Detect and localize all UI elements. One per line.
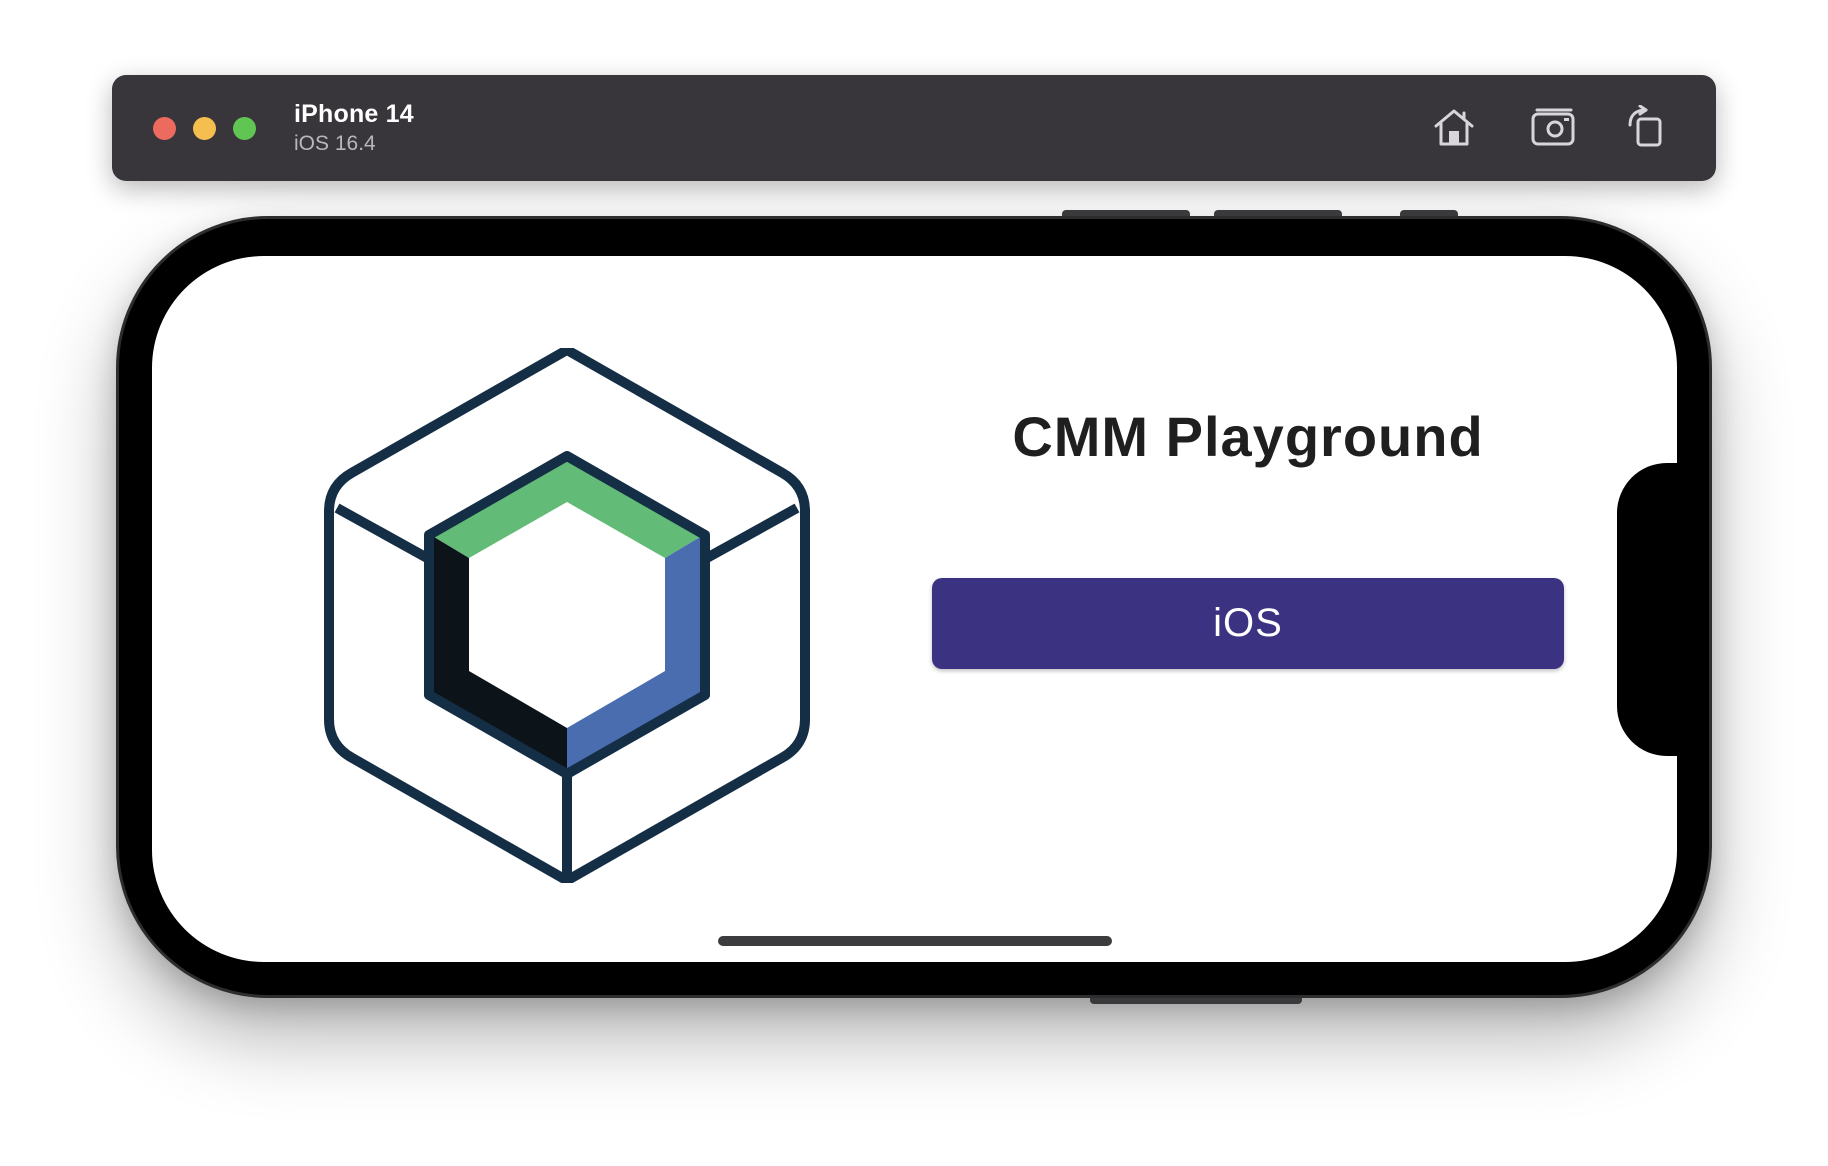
- close-window-button[interactable]: [153, 117, 176, 140]
- app-logo: [324, 348, 810, 883]
- dynamic-island-notch: [1617, 463, 1697, 756]
- home-icon: [1434, 109, 1474, 146]
- home-indicator[interactable]: [718, 936, 1112, 946]
- app-title: CMM Playground: [1012, 405, 1484, 468]
- rotate-button[interactable]: [1620, 102, 1672, 152]
- screenshot-icon: [1531, 108, 1575, 146]
- minimize-window-button[interactable]: [193, 117, 216, 140]
- screenshot-button[interactable]: [1528, 102, 1580, 152]
- device-name: iPhone 14: [294, 100, 414, 128]
- rotate-icon: [1628, 105, 1662, 147]
- home-button[interactable]: [1428, 102, 1480, 152]
- logo-inner-hexagon: [470, 504, 664, 726]
- logo-right-connector: [702, 503, 800, 564]
- os-version: iOS 16.4: [294, 132, 376, 155]
- maximize-window-button[interactable]: [233, 117, 256, 140]
- logo-left-connector: [334, 503, 432, 564]
- ios-platform-button[interactable]: iOS: [932, 578, 1564, 669]
